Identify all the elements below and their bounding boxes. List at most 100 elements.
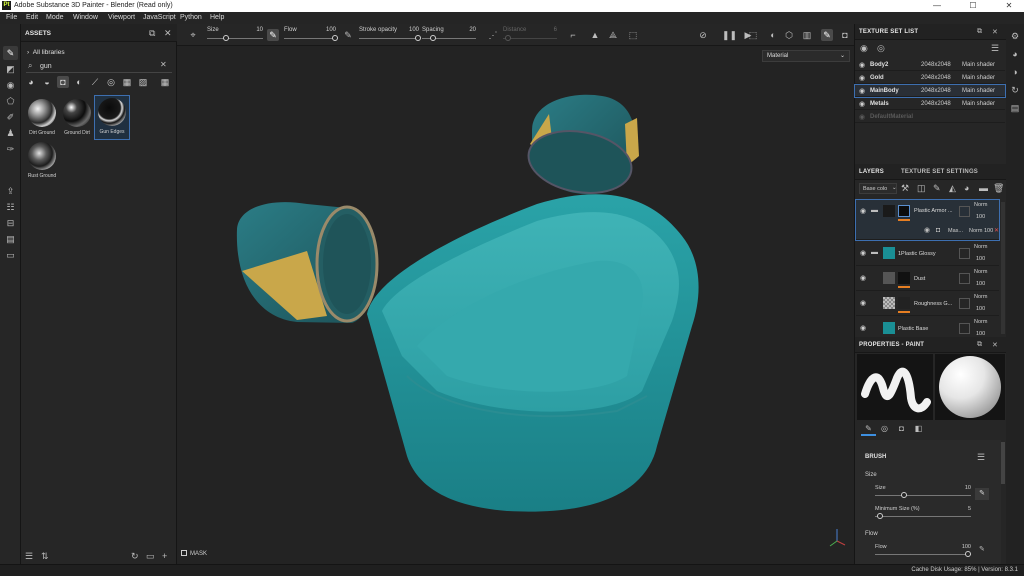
color-picker-icon[interactable]: ✑ — [3, 142, 18, 156]
blend-mode[interactable]: Norm — [974, 269, 987, 275]
textures-filter-icon[interactable]: ▦ — [121, 76, 133, 88]
clear-search-icon[interactable]: ✕ — [160, 61, 167, 69]
frame-icon[interactable]: ⬚ — [747, 29, 759, 41]
add-mask-icon[interactable]: ◫ — [917, 184, 926, 193]
layer-mask-slot[interactable] — [959, 248, 970, 259]
shader-settings-icon[interactable]: ◑ — [1009, 66, 1021, 78]
procedurals-filter-icon[interactable]: ◎ — [105, 76, 117, 88]
eraser-icon[interactable]: ◩ — [3, 62, 18, 76]
add-paint-layer-icon[interactable]: ✎ — [933, 184, 941, 193]
layer-row-selected[interactable]: ◉ ▬ Plastic Armor ... Norm 100 ◉ ◘ Mas..… — [855, 199, 1000, 241]
menu-file[interactable]: File — [6, 14, 17, 21]
eye-icon[interactable]: ◉ — [859, 61, 865, 69]
display-settings-icon[interactable]: ◕ — [1009, 48, 1021, 60]
layer-opacity[interactable]: 100 — [976, 306, 985, 312]
menu-window[interactable]: Window — [73, 14, 98, 21]
library-icon[interactable]: ▭ — [3, 248, 18, 262]
display-mode-icon[interactable]: ◐ — [767, 29, 779, 41]
blend-mode[interactable]: Norm — [974, 202, 987, 208]
texture-set-shader[interactable]: Main shader — [962, 75, 995, 81]
spacing-slider[interactable]: Spacing 20 — [422, 27, 476, 43]
close-panel-icon[interactable]: ✕ — [164, 29, 172, 38]
properties-scrollbar[interactable] — [1001, 442, 1005, 484]
add-folder-icon[interactable]: ▬ — [979, 184, 988, 193]
generators-filter-icon[interactable]: ◐ — [73, 76, 85, 88]
3d-viewport[interactable]: Material ⌄ MASK — [177, 46, 854, 564]
tab-texture-set-settings[interactable]: TEXTURE SET SETTINGS — [901, 169, 978, 175]
pen-pressure-icon[interactable]: ✎ — [975, 488, 989, 500]
distance-knob[interactable] — [505, 35, 511, 41]
sublayer-opacity[interactable]: 100 — [984, 228, 993, 234]
materials-filter-icon[interactable]: ◕ — [25, 76, 37, 88]
history-icon[interactable]: ↻ — [1009, 84, 1021, 96]
material-tab-icon[interactable]: ◧ — [911, 422, 926, 436]
texture-set-row[interactable]: ◉ DefaultMaterial — [855, 111, 1005, 123]
polygon-fill-icon[interactable]: ⬠ — [3, 94, 18, 108]
menu-help[interactable]: Help — [210, 14, 224, 21]
layers-scrollbar[interactable] — [1001, 202, 1005, 334]
paint-mode-icon[interactable]: ✎ — [821, 29, 833, 41]
eye-icon[interactable]: ◉ — [924, 227, 930, 234]
visibility-off-icon[interactable]: ⊘ — [697, 29, 709, 41]
size-slider[interactable]: Size 10 — [207, 27, 263, 43]
clone-icon[interactable]: ♟ — [3, 126, 18, 140]
eye-icon[interactable]: ◉ — [859, 113, 865, 121]
texture-set-row[interactable]: ◉ Metals 2048x2048 Main shader — [855, 98, 1005, 110]
pause-icon[interactable]: ❚❚ — [722, 29, 737, 41]
tab-layers[interactable]: LAYERS — [859, 169, 884, 175]
mask-toggle[interactable]: MASK — [181, 550, 207, 557]
menu-python[interactable]: Python — [180, 14, 202, 21]
texture-set-row-selected[interactable]: ◉ MainBody 2048x2048 Main shader — [854, 84, 1006, 98]
layer-mask-slot[interactable] — [959, 323, 970, 334]
channel-select[interactable]: Base colo ⌄ — [859, 183, 897, 194]
sort-icon[interactable]: ⇅ — [41, 552, 49, 561]
asset-thumbnail[interactable]: Ground Dirt — [60, 97, 94, 140]
brush-settings-icon[interactable]: ⌖ — [187, 29, 199, 41]
close-button[interactable]: ✕ — [996, 0, 1022, 12]
distance-slider[interactable]: Distance 6 — [503, 27, 557, 43]
stroke-pen-icon[interactable]: ✎ — [342, 29, 354, 41]
menu-viewport[interactable]: Viewport — [108, 14, 135, 21]
min-size-knob[interactable] — [877, 513, 883, 519]
texture-set-shader[interactable]: Main shader — [962, 88, 995, 94]
render-icon[interactable]: ▥ — [801, 29, 813, 41]
document-icon[interactable]: ▤ — [3, 232, 18, 246]
menu-edit[interactable]: Edit — [26, 14, 38, 21]
asset-thumbnail[interactable]: Rust Ground — [25, 140, 59, 183]
measure-icon[interactable]: ☷ — [3, 200, 18, 214]
breadcrumb[interactable]: › All libraries — [27, 49, 65, 56]
smudge-icon[interactable]: ✐ — [3, 110, 18, 124]
mask-checkbox[interactable] — [181, 550, 187, 556]
smart-masks-filter-icon[interactable]: ◘ — [57, 76, 69, 88]
texture-set-row[interactable]: ◉ Gold 2048x2048 Main shader — [855, 72, 1005, 84]
refresh-icon[interactable]: ↻ — [131, 552, 139, 561]
brush-tab-icon[interactable]: ✎ — [861, 422, 876, 436]
float-icon[interactable]: ⧉ — [149, 29, 155, 38]
texture-set-shader[interactable]: Main shader — [962, 62, 995, 68]
eye-icon[interactable]: ◉ — [860, 274, 866, 282]
texture-set-row[interactable]: ◉ Body2 2048x2048 Main shader — [855, 59, 1005, 71]
layer-opacity[interactable]: 100 — [976, 281, 985, 287]
pen-pressure-icon[interactable]: ✎ — [267, 29, 279, 41]
add-fill-layer-icon[interactable]: ◭ — [949, 184, 956, 193]
eye-icon[interactable]: ◉ — [860, 299, 866, 307]
brush-flow-knob[interactable] — [965, 551, 971, 557]
pen-pressure-icon[interactable]: ✎ — [979, 546, 985, 553]
flow-knob[interactable] — [332, 35, 338, 41]
shelf-icon[interactable]: ⊟ — [3, 216, 18, 230]
eye-icon[interactable]: ◉ — [860, 249, 866, 257]
size-knob[interactable] — [223, 35, 229, 41]
layer-row[interactable]: ◉ Dust Norm 100 — [856, 267, 999, 291]
layer-mask-slot[interactable] — [959, 273, 970, 284]
min-size-slider[interactable]: Minimum Size (%) 5 — [875, 506, 995, 522]
texture-set-shader[interactable]: Main shader — [962, 101, 995, 107]
smart-materials-filter-icon[interactable]: ◒ — [41, 76, 53, 88]
bake-icon[interactable]: ⇪ — [3, 184, 18, 198]
layer-mask-slot[interactable] — [959, 206, 970, 217]
smart-material-icon[interactable]: ◕ — [964, 184, 969, 193]
float-icon[interactable]: ⧉ — [977, 341, 982, 349]
flow-slider[interactable]: Flow 100 — [284, 27, 338, 43]
layer-opacity[interactable]: 100 — [976, 256, 985, 262]
symmetry-icon[interactable]: ⌐ — [567, 29, 579, 41]
menu-javascript[interactable]: JavaScript — [143, 14, 176, 21]
